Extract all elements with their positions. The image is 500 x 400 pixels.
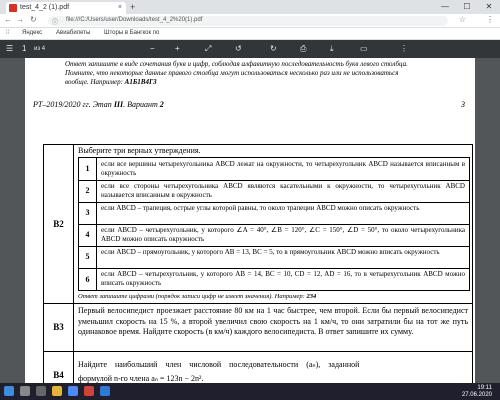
- taskbar: 19:11 27.06.2020: [0, 383, 500, 400]
- forward-icon[interactable]: →: [16, 15, 24, 24]
- url-input[interactable]: ⓘ file:///C:/Users/user/Downloads/test_4…: [48, 16, 448, 26]
- tab-close-button[interactable]: ×: [118, 4, 122, 11]
- start-icon[interactable]: [4, 386, 14, 396]
- statement-text: если ABCD – четырехугольник, у которого …: [101, 270, 465, 287]
- statement-number: 5: [79, 246, 97, 268]
- top-note-line2: Помните, что некоторые данные правого ст…: [65, 69, 399, 77]
- statements-table: 1 если все вершины четырехугольника ABCD…: [78, 157, 470, 291]
- reload-icon[interactable]: ↻: [30, 15, 37, 24]
- clock-date: 27.06.2020: [461, 392, 492, 398]
- statement-number: 1: [79, 158, 97, 180]
- top-note-example: А1Б1В4Г3: [124, 78, 157, 86]
- system-clock[interactable]: 19:11 27.06.2020: [462, 385, 492, 399]
- fit-page-icon[interactable]: ⤢: [205, 44, 211, 54]
- bookmark-aviabilety[interactable]: Авиабилеты: [56, 30, 90, 36]
- bookmark-icon[interactable]: ▭: [360, 44, 368, 53]
- bookmark-yandex[interactable]: Яндекс: [22, 30, 42, 36]
- top-note-line1: Ответ запишите в виде сочетания букв и ц…: [65, 60, 408, 68]
- task-b3-label: В3: [44, 304, 74, 351]
- page-number: 3: [461, 100, 465, 109]
- window-controls: — ☐ ✕: [434, 0, 500, 14]
- pdf-toolbar: ☰ 1 из 4 − + ⤢ ↺ ↻ ⎙ ⤓ ▭ ⋮: [0, 40, 500, 58]
- statement-number: 2: [79, 180, 97, 202]
- header-stage: III: [113, 100, 124, 109]
- minimize-button[interactable]: —: [434, 0, 456, 14]
- chrome-icon[interactable]: [68, 386, 78, 396]
- task-b3-text: Первый велосипедист проезжает расстояние…: [78, 306, 468, 336]
- statement-text: если все стороны четырехугольника ABCD я…: [101, 182, 465, 199]
- apps-icon[interactable]: ⁞⁞: [6, 30, 9, 36]
- page-header: РТ–2019/2020 гг. Этап III. Вариант 2 3: [33, 100, 465, 109]
- rotate-cw-icon[interactable]: ↻: [270, 44, 277, 53]
- bookmark-shtory[interactable]: Шторы в Бангкок по: [104, 30, 159, 36]
- menu-icon[interactable]: ⋮: [486, 15, 494, 24]
- top-note: Ответ запишите в виде сочетания букв и ц…: [65, 60, 465, 87]
- address-bar: ← → ↻ ⓘ file:///C:/Users/user/Downloads/…: [0, 14, 500, 28]
- browser-titlebar: test_4_2 (1).pdf × + — ☐ ✕: [0, 0, 500, 14]
- download-icon[interactable]: ⤓: [330, 44, 334, 54]
- task-b3: В3 Первый велосипедист проезжает расстоя…: [43, 304, 473, 352]
- task-b2-prompt: Выберите три верных утверждения.: [78, 146, 201, 155]
- task-b2: В2 Выберите три верных утверждения. 1 ес…: [43, 144, 473, 304]
- url-text: file:///C:/Users/user/Downloads/test_4_2…: [66, 17, 203, 23]
- statement-text: если все вершины четырехугольника ABCD л…: [101, 160, 465, 177]
- tab-pdf[interactable]: test_4_2 (1).pdf ×: [6, 2, 126, 14]
- tab-title: test_4_2 (1).pdf: [20, 4, 70, 11]
- search-icon[interactable]: [20, 386, 30, 396]
- task-b2-answer-note: Ответ запишите цифрами (порядок записи ц…: [78, 293, 317, 300]
- maximize-button[interactable]: ☐: [456, 0, 478, 14]
- zoom-in-icon[interactable]: +: [175, 44, 180, 53]
- answer-example: 234: [306, 293, 317, 300]
- page-total: из 4: [34, 46, 46, 52]
- task-b2-label: В2: [44, 145, 74, 304]
- clock-time: 19:11: [477, 385, 492, 391]
- statement-text: если ABCD – прямоугольник, у которого AB…: [101, 248, 440, 256]
- explorer-icon[interactable]: [52, 386, 62, 396]
- close-window-button[interactable]: ✕: [478, 0, 500, 14]
- page-number-input[interactable]: 1: [22, 44, 26, 53]
- statement-text: если ABCD – трапеция, острые углы которо…: [101, 204, 420, 212]
- more-icon[interactable]: ⋮: [400, 44, 408, 53]
- back-icon[interactable]: ←: [4, 15, 12, 24]
- zoom-out-icon[interactable]: −: [150, 44, 155, 53]
- bookmarks-bar: ⁞⁞ Яндекс Авиабилеты Шторы в Бангкок по: [0, 28, 500, 40]
- statement-number: 3: [79, 202, 97, 224]
- statement-text: если ABCD – четырехугольник, у которого …: [101, 226, 465, 243]
- app-icon[interactable]: [84, 386, 94, 396]
- header-left: РТ–2019/2020 гг. Этап: [33, 100, 114, 109]
- statement-number: 6: [79, 268, 97, 291]
- top-note-line3: вообще. Например:: [65, 78, 125, 86]
- bookmark-star-icon[interactable]: ☆: [459, 15, 466, 24]
- task-view-icon[interactable]: [36, 386, 46, 396]
- new-tab-button[interactable]: +: [130, 2, 135, 12]
- header-variant-label: . Вариант: [123, 100, 160, 109]
- header-variant: 2: [159, 100, 164, 109]
- pdf-icon: [9, 4, 17, 12]
- statement-number: 4: [79, 224, 97, 246]
- file-scheme-icon: ⓘ: [52, 20, 59, 26]
- rotate-icon[interactable]: ↺: [235, 44, 242, 53]
- task-b4-text-line1: Найдите наибольший член числовой последо…: [78, 360, 360, 369]
- print-icon[interactable]: ⎙: [300, 44, 306, 54]
- hamburger-icon[interactable]: ☰: [6, 44, 13, 53]
- pdf-page: Ответ запишите в виде сочетания букв и ц…: [25, 58, 475, 400]
- word-icon[interactable]: [100, 386, 110, 396]
